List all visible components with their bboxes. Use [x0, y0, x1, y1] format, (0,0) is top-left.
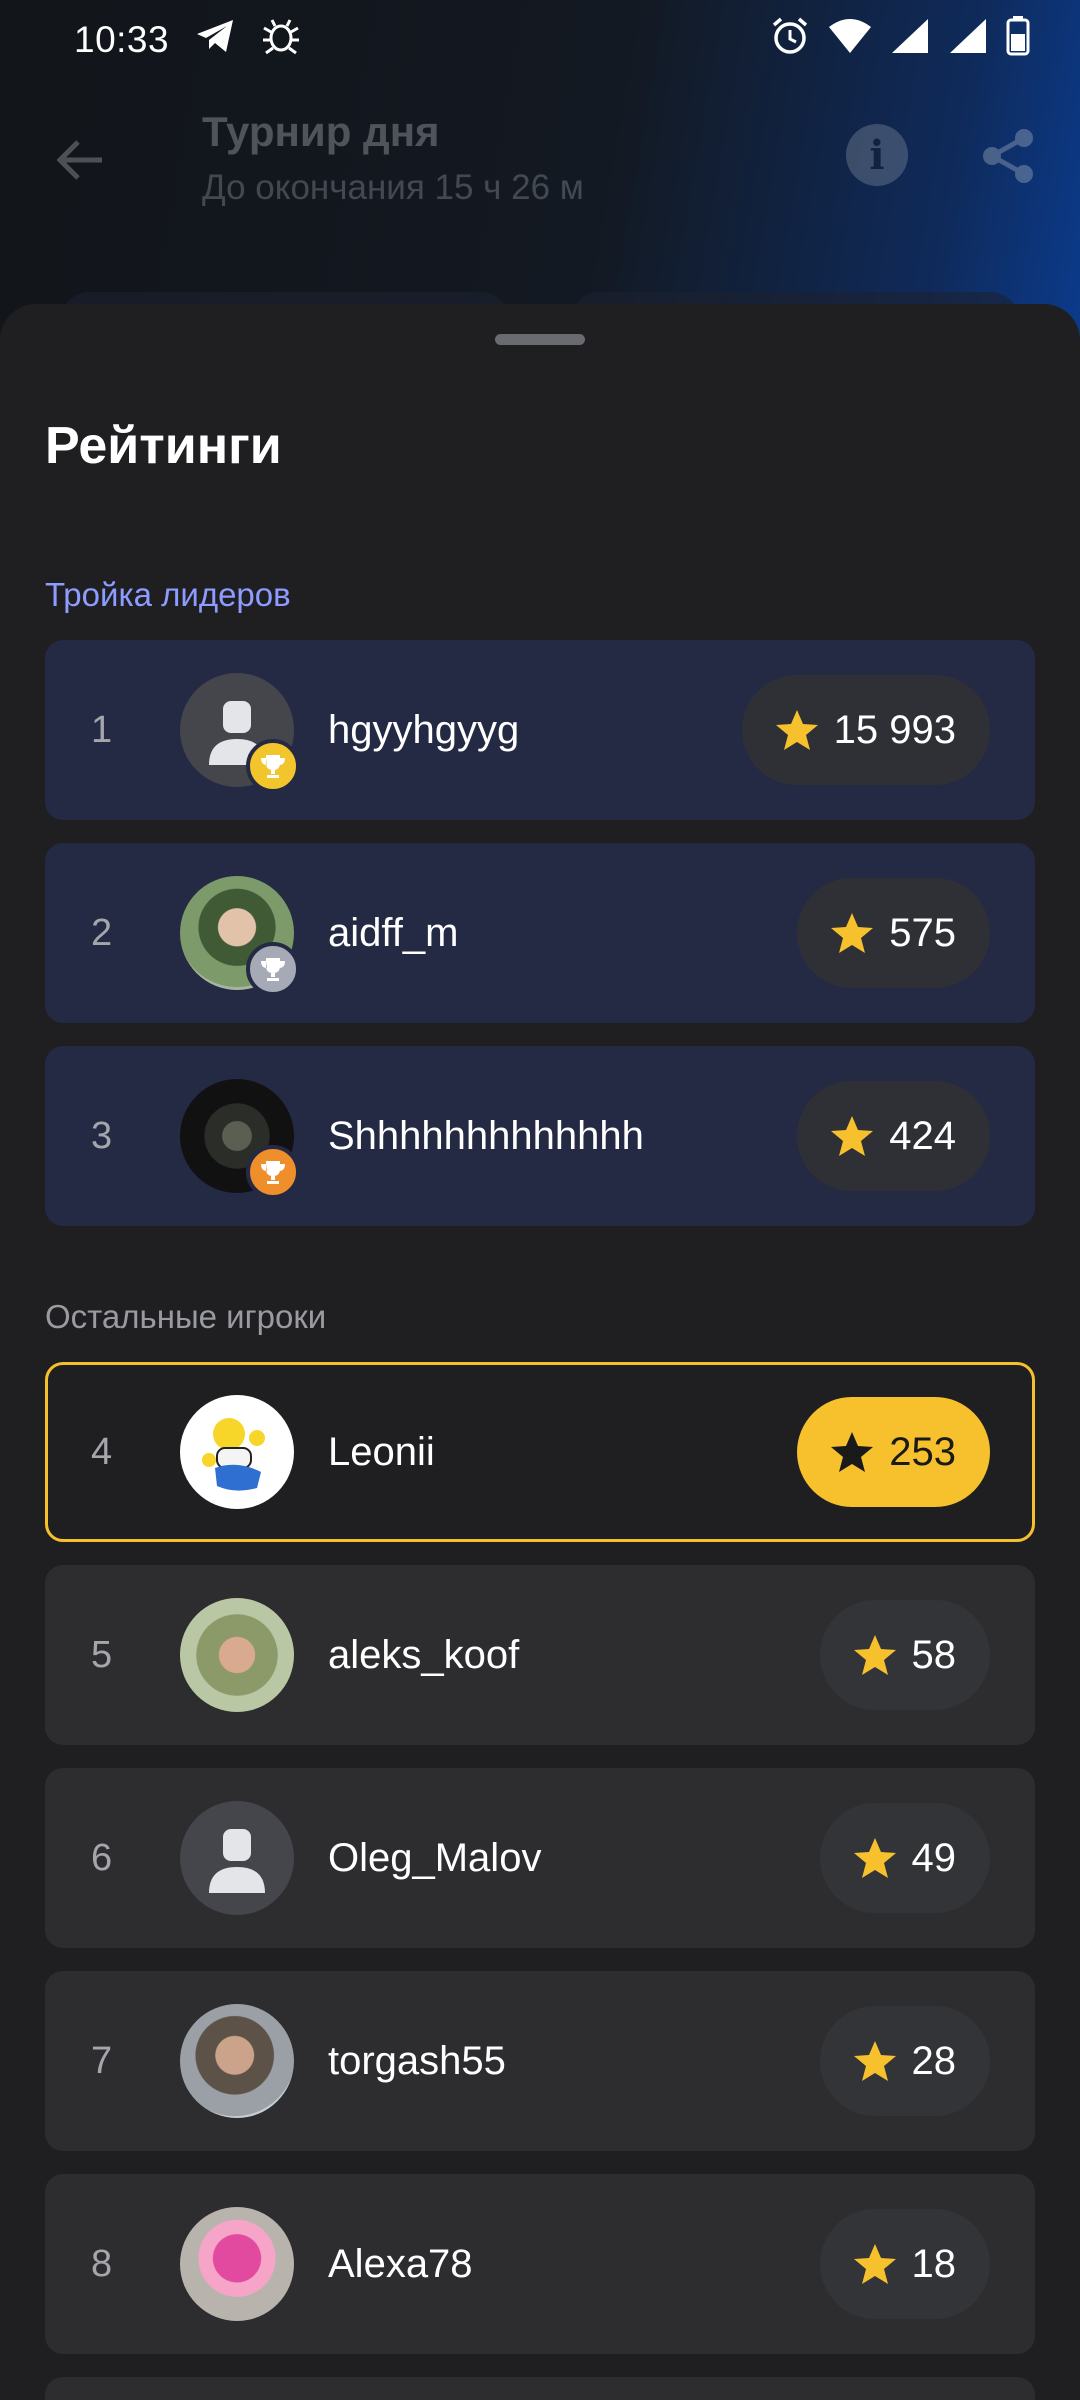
rank-number: 8 [91, 2242, 113, 2285]
silver-trophy-icon [246, 942, 300, 996]
rank-number: 3 [91, 1114, 113, 1157]
star-icon [853, 1838, 896, 1878]
star-icon [831, 913, 874, 953]
player-name: torgash55 [328, 2038, 506, 2083]
avatar [180, 1801, 294, 1915]
score-badge: 58 [819, 1600, 990, 1710]
score-value: 58 [911, 1632, 957, 1677]
player-name: Leonii [328, 1429, 435, 1474]
score-value: 15 993 [833, 707, 956, 752]
star-icon [831, 1432, 874, 1472]
star-icon [831, 1116, 874, 1156]
avatar [180, 2004, 294, 2118]
leaders-section-label: Тройка лидеров [45, 576, 291, 613]
leader-row-2[interactable]: 2 aidff_m 575 [45, 843, 1035, 1023]
info-icon[interactable]: i [846, 124, 908, 186]
score-value: 253 [889, 1429, 956, 1474]
back-arrow-icon[interactable] [50, 130, 110, 190]
player-row-7[interactable]: 7 torgash55 28 [45, 1971, 1035, 2151]
leader-row-3[interactable]: 3 Shhhhhhhhhhhhh 424 [45, 1046, 1035, 1226]
score-value: 49 [911, 1835, 957, 1880]
share-icon[interactable] [978, 126, 1038, 186]
bronze-trophy-icon [246, 1145, 300, 1199]
rank-number: 7 [91, 2039, 113, 2082]
signal-icon-2 [948, 17, 988, 64]
score-badge: 253 [797, 1397, 990, 1507]
rank-number: 5 [91, 1633, 113, 1676]
star-icon [853, 2041, 896, 2081]
score-badge: 575 [797, 878, 990, 988]
current-user-row[interactable]: 4 Leonii 253 [45, 1362, 1035, 1542]
tournament-countdown: До окончания 15 ч 26 м [202, 168, 584, 207]
avatar [180, 1598, 294, 1712]
score-value: 18 [911, 2241, 957, 2286]
score-badge: 18 [819, 2209, 990, 2319]
player-row-6[interactable]: 6 Oleg_Malov 49 [45, 1768, 1035, 1948]
signal-icon [890, 17, 930, 64]
wifi-icon [828, 17, 872, 64]
gold-trophy-icon [246, 739, 300, 793]
player-row-partial[interactable] [45, 2377, 1035, 2400]
player-name: aidff_m [328, 910, 459, 955]
alarm-icon [770, 16, 810, 65]
star-icon [775, 710, 818, 750]
score-badge: 49 [819, 1803, 990, 1913]
rank-number: 2 [91, 911, 113, 954]
player-row-5[interactable]: 5 aleks_koof 58 [45, 1565, 1035, 1745]
drag-handle[interactable] [495, 334, 585, 345]
battery-icon [1006, 15, 1030, 65]
avatar [180, 1395, 294, 1509]
bug-icon [261, 16, 301, 65]
rank-number: 6 [91, 1836, 113, 1879]
player-name: Shhhhhhhhhhhhh [328, 1113, 644, 1158]
score-value: 575 [889, 910, 956, 955]
status-time: 10:33 [74, 19, 170, 60]
score-badge: 15 993 [741, 675, 990, 785]
score-value: 28 [911, 2038, 957, 2083]
rank-number: 4 [91, 1430, 113, 1473]
star-icon [853, 1635, 896, 1675]
ratings-sheet: Рейтинги Тройка лидеров 1 hgyyhgyyg 15 9… [0, 304, 1080, 2400]
score-badge: 424 [797, 1081, 990, 1191]
avatar [180, 2207, 294, 2321]
star-icon [853, 2244, 896, 2284]
player-name: Oleg_Malov [328, 1835, 542, 1880]
score-value: 424 [889, 1113, 956, 1158]
app-bar: Турнир дня До окончания 15 ч 26 м i [0, 100, 1080, 220]
score-badge: 28 [819, 2006, 990, 2116]
tournament-title: Турнир дня [202, 108, 440, 155]
player-name: aleks_koof [328, 1632, 520, 1677]
player-row-8[interactable]: 8 Alexa78 18 [45, 2174, 1035, 2354]
telegram-icon [195, 18, 235, 63]
user-placeholder-icon [209, 1829, 265, 1893]
leader-row-1[interactable]: 1 hgyyhgyyg 15 993 [45, 640, 1035, 820]
player-name: Alexa78 [328, 2241, 473, 2286]
others-section-label: Остальные игроки [45, 1298, 327, 1335]
sheet-title: Рейтинги [45, 417, 282, 475]
rank-number: 1 [91, 708, 113, 751]
status-bar: 10:33 [0, 0, 1080, 80]
player-name: hgyyhgyyg [328, 707, 520, 752]
